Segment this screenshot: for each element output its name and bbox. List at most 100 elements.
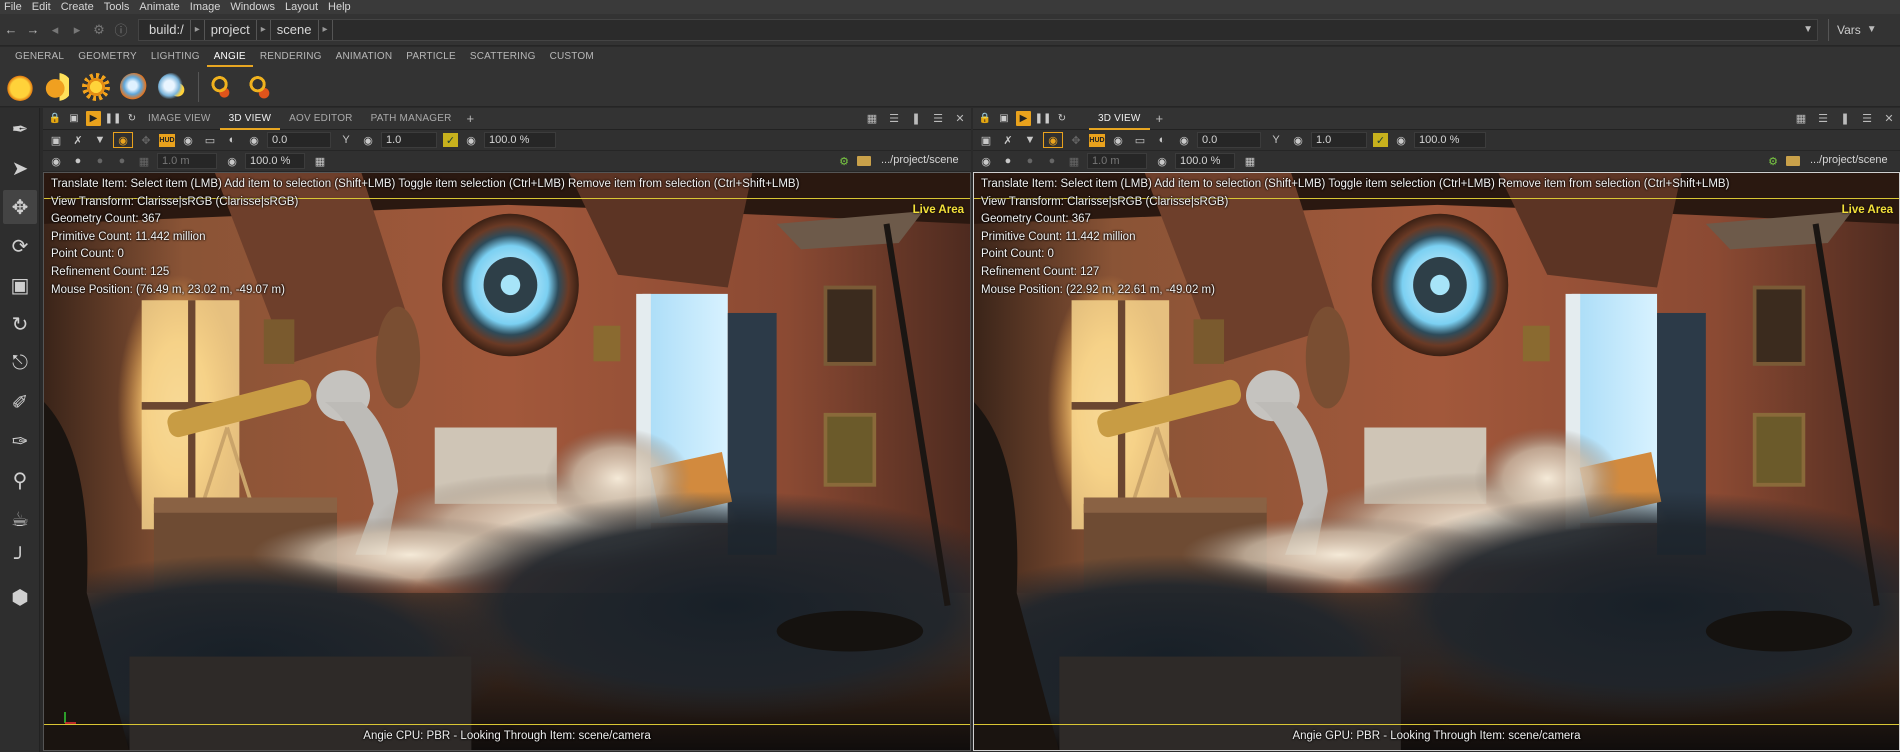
rotate-dotted-icon[interactable]: ↻ — [3, 307, 37, 341]
menu-item-layout[interactable]: Layout — [285, 0, 318, 14]
shelf-tab-custom[interactable]: CUSTOM — [543, 47, 601, 67]
menu-item-image[interactable]: Image — [190, 0, 221, 14]
zoom2-field[interactable]: 100.0 % — [245, 153, 305, 169]
shading-icon[interactable]: ◉ — [1109, 132, 1127, 148]
exposure-icon[interactable]: ◐ — [223, 132, 241, 148]
grid-layout-icon[interactable]: ▦ — [1790, 112, 1812, 125]
menu-icon[interactable]: ☰ — [1856, 112, 1878, 125]
add-tab-icon[interactable]: + — [1150, 111, 1170, 126]
tab-3d-view[interactable]: 3D VIEW — [219, 108, 281, 130]
visibility-icon[interactable]: ◉ — [245, 132, 263, 148]
sun-light-icon[interactable] — [6, 72, 34, 101]
gear-sun-icon[interactable] — [82, 72, 110, 101]
shelf-tab-lighting[interactable]: LIGHTING — [144, 47, 207, 67]
visibility-icon[interactable]: ◉ — [1153, 153, 1171, 169]
zoom-field[interactable]: 100.0 % — [484, 132, 556, 148]
filter-icon[interactable]: ▼ — [91, 132, 109, 148]
sphere-dim-icon[interactable]: ● — [1021, 153, 1039, 169]
breadcrumb-project[interactable]: project — [205, 19, 257, 40]
gamma-field[interactable]: 1.0 — [381, 132, 437, 148]
scene-path-field[interactable]: .../project/scene — [1806, 153, 1894, 169]
eye-icon[interactable]: ◉ — [113, 132, 133, 148]
zoom-field[interactable]: 100.0 % — [1414, 132, 1486, 148]
menu-item-edit[interactable]: Edit — [32, 0, 51, 14]
exposure-field[interactable]: 0.0 — [1197, 132, 1261, 148]
tab-path-manager[interactable]: PATH MANAGER — [362, 108, 461, 130]
snapshot-icon[interactable]: ▣ — [997, 112, 1011, 126]
menu-item-file[interactable]: File — [4, 0, 22, 14]
eyedropper-icon[interactable]: ✒ — [3, 112, 37, 146]
rotate-icon[interactable]: ⟳ — [3, 229, 37, 263]
pause-icon[interactable]: ❚❚ — [1035, 112, 1052, 126]
grid-icon[interactable]: ▦ — [135, 153, 153, 169]
lock-icon[interactable]: 🔒 — [48, 112, 62, 126]
lock-icon[interactable]: 🔒 — [978, 112, 992, 126]
tab-3d-view[interactable]: 3D VIEW — [1089, 108, 1150, 130]
hud-icon[interactable]: HUD — [1089, 133, 1105, 147]
visibility-icon[interactable]: ◉ — [1289, 132, 1307, 148]
ruler-icon[interactable]: ╯ — [3, 541, 37, 575]
resolution-icon[interactable]: ▦ — [1241, 153, 1259, 169]
shelf-tab-scattering[interactable]: SCATTERING — [463, 47, 543, 67]
hand-pick-icon[interactable]: ⬢ — [3, 580, 37, 614]
menu-item-create[interactable]: Create — [61, 0, 94, 14]
tools-icon[interactable]: ✗ — [999, 132, 1017, 148]
snapshot-icon[interactable]: ▣ — [977, 132, 995, 148]
translate-icon[interactable]: ✥ — [3, 190, 37, 224]
refresh-icon[interactable]: ↻ — [125, 112, 139, 126]
paint-brush-icon[interactable]: ✐ — [3, 385, 37, 419]
scale-icon[interactable]: ▣ — [3, 268, 37, 302]
refresh-icon[interactable]: ↻ — [1055, 112, 1069, 126]
menu-item-animate[interactable]: Animate — [139, 0, 179, 14]
sphere-dim-icon[interactable]: ● — [91, 153, 109, 169]
move-icon[interactable]: ✥ — [1067, 132, 1085, 148]
grid-unit-field[interactable]: 1.0 m — [1087, 153, 1147, 169]
gamma-icon[interactable]: Y — [337, 132, 355, 148]
link-light-icon[interactable] — [207, 72, 235, 101]
shelf-tab-animation[interactable]: ANIMATION — [329, 47, 400, 67]
render-icon[interactable]: ⚙ — [1764, 153, 1782, 169]
menu-icon[interactable]: ☰ — [927, 112, 949, 125]
folder-icon[interactable] — [1786, 156, 1800, 166]
move-icon[interactable]: ✥ — [137, 132, 155, 148]
camera-icon[interactable]: ◉ — [47, 153, 65, 169]
scene-path-field[interactable]: .../project/scene — [877, 153, 965, 169]
sphere-icon[interactable]: ● — [999, 153, 1017, 169]
visibility-icon[interactable]: ◉ — [359, 132, 377, 148]
breadcrumb-separator-icon[interactable]: ▸ — [319, 19, 333, 40]
visibility-icon[interactable]: ◉ — [1392, 132, 1410, 148]
menu-item-windows[interactable]: Windows — [230, 0, 275, 14]
close-icon[interactable]: ✕ — [1878, 112, 1900, 125]
shelf-tab-rendering[interactable]: RENDERING — [253, 47, 329, 67]
globe-light-icon[interactable] — [120, 72, 148, 101]
stamp-icon[interactable]: ⎋ — [3, 346, 37, 380]
teapot-icon[interactable]: ☕ — [3, 502, 37, 536]
zoom-frame-icon[interactable]: ⚲ — [3, 463, 37, 497]
light-icon[interactable]: ● — [1043, 153, 1061, 169]
shelf-tab-angie[interactable]: ANGIE — [206, 47, 253, 67]
resolution-icon[interactable]: ▦ — [311, 153, 329, 169]
pause-icon[interactable]: ❚❚ — [105, 112, 122, 126]
hud-icon[interactable]: HUD — [159, 133, 175, 147]
display-icon[interactable]: ▭ — [1131, 132, 1149, 148]
grid-layout-icon[interactable]: ▦ — [861, 112, 883, 125]
vars-button[interactable]: Vars — [1828, 18, 1861, 41]
breadcrumb-separator-icon[interactable]: ▸ — [191, 19, 205, 40]
snapshot-icon[interactable]: ▣ — [67, 112, 81, 126]
camera-icon[interactable]: ◉ — [977, 153, 995, 169]
zoom2-field[interactable]: 100.0 % — [1175, 153, 1235, 169]
visibility-icon[interactable]: ◉ — [1175, 132, 1193, 148]
shading-icon[interactable]: ◉ — [179, 132, 197, 148]
snapshot-icon[interactable]: ▣ — [47, 132, 65, 148]
viewport-gpu[interactable]: Translate Item: Select item (LMB) Add it… — [973, 172, 1900, 751]
display-icon[interactable]: ▭ — [201, 132, 219, 148]
add-tab-icon[interactable]: + — [461, 111, 481, 126]
history-back-icon[interactable]: ◂ — [44, 19, 66, 41]
play-icon[interactable]: ▶ — [86, 111, 101, 126]
visibility-icon[interactable]: ◉ — [462, 132, 480, 148]
close-icon[interactable]: ✕ — [949, 112, 971, 125]
menu-item-help[interactable]: Help — [328, 0, 351, 14]
gamma-icon[interactable]: Y — [1267, 132, 1285, 148]
sphere-icon[interactable]: ● — [69, 153, 87, 169]
viewport-cpu[interactable]: Translate Item: Select item (LMB) Add it… — [43, 172, 971, 751]
